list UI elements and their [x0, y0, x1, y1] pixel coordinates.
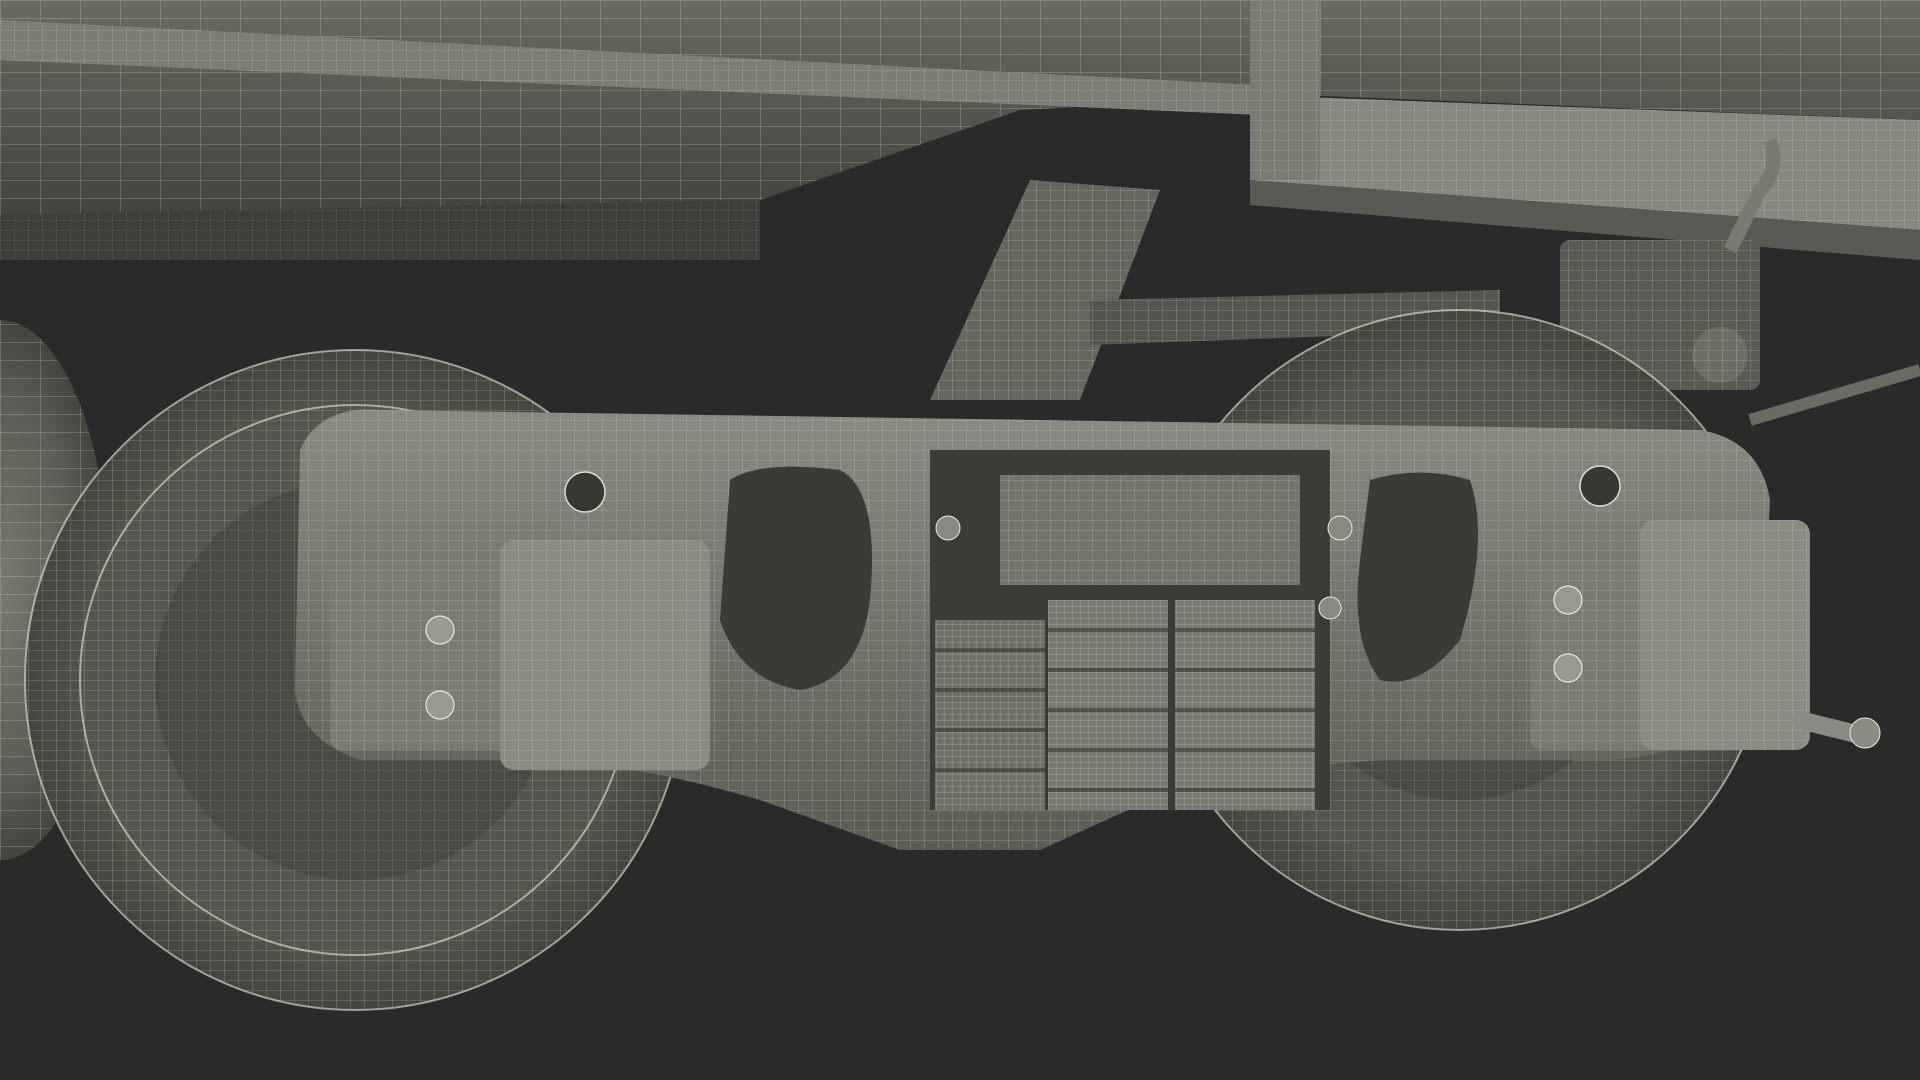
left-journal-box — [330, 520, 710, 770]
render-viewport — [0, 0, 1920, 1080]
diagonal-strut — [930, 180, 1160, 400]
wireframe-render — [0, 0, 1920, 1011]
spring-nest — [930, 450, 1353, 810]
right-journal-box — [1530, 520, 1881, 750]
